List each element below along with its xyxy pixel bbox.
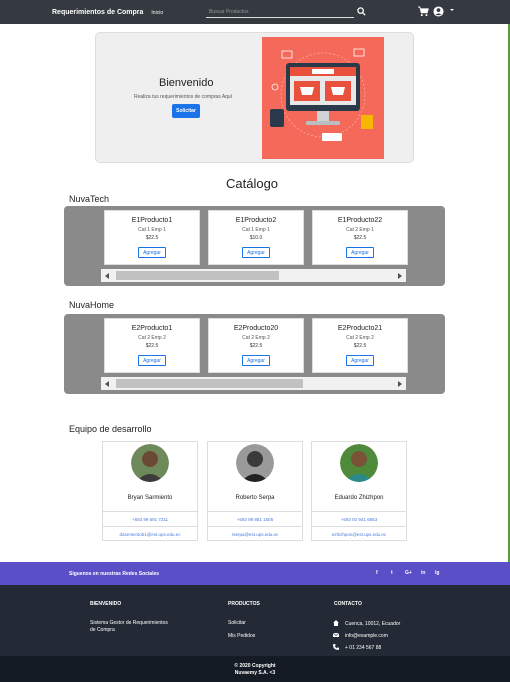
member-email[interactable]: dsarmientob1@est.ups.edu.ec: [103, 526, 197, 541]
product-card: E2Producto1 Cat 2 Emp 2 $22.5 Agregar: [104, 318, 200, 373]
search-placeholder: Buscar Productos: [209, 8, 249, 15]
brand[interactable]: Requerimientos de Compra: [52, 9, 143, 16]
avatar: [340, 444, 378, 482]
add-to-cart-button[interactable]: Agregar: [346, 355, 374, 366]
product-name: E2Producto21: [337, 325, 383, 332]
horizontal-scrollbar[interactable]: [101, 377, 406, 390]
product-carousel-nuvatech: E1Producto1 Cat 1 Emp 1 $22.5 Agregar E1…: [64, 206, 445, 286]
instagram-icon[interactable]: ig: [435, 570, 439, 576]
footer-col1-line2: de Compra: [90, 627, 115, 633]
shopping-illustration: [262, 37, 384, 159]
product-price: $10.0: [249, 235, 263, 241]
search-input[interactable]: Buscar Productos: [206, 6, 354, 18]
horizontal-scrollbar[interactable]: [101, 269, 406, 282]
team-title: Equipo de desarrollo: [69, 424, 152, 434]
member-phone: +593 99 881 1505: [208, 511, 302, 526]
facebook-icon[interactable]: f: [376, 570, 378, 576]
member-name: Eduardo Zhizhpon: [334, 495, 384, 501]
search-icon[interactable]: [357, 7, 366, 16]
social-bar: Siguenos en nuestras Redes Sociales f t …: [0, 562, 510, 585]
hero-title: Bienvenido: [159, 77, 214, 89]
member-email[interactable]: ezhizhpon@est.ups.edu.ec: [312, 526, 406, 541]
footer-link-solicitar[interactable]: Solicitar: [228, 620, 246, 626]
add-to-cart-button[interactable]: Agregar: [242, 355, 270, 366]
add-to-cart-button[interactable]: Agregar: [242, 247, 270, 258]
section-title-nuvatech: NuvaTech: [69, 194, 110, 204]
product-price: $22.5: [353, 235, 367, 241]
linkedin-icon[interactable]: in: [421, 570, 425, 576]
member-email[interactable]: rserpa@est.ups.edu.ec: [208, 526, 302, 541]
footer-phone: + 01 234 567 88: [345, 645, 382, 651]
add-to-cart-button[interactable]: Agregar: [138, 355, 166, 366]
catalog-title: Catálogo: [226, 176, 279, 191]
product-price: $22.5: [353, 343, 367, 349]
avatar: [236, 444, 274, 482]
footer: BIENVENIDO Sistema Gestor de Requerimien…: [0, 585, 510, 656]
add-to-cart-button[interactable]: Agregar: [138, 247, 166, 258]
member-phone: +593 99 691 7211: [103, 511, 197, 526]
product-name: E1Producto22: [337, 217, 383, 224]
avatar: [131, 444, 169, 482]
scrollbar-thumb[interactable]: [116, 379, 303, 388]
product-category: Cat 2 Emp 2: [242, 335, 270, 341]
nav-link-home[interactable]: Inicio: [151, 10, 163, 16]
section-title-nuvahome: NuvaHome: [69, 300, 115, 310]
welcome-jumbotron: Bienvenido Realiza tus requerimientos de…: [95, 32, 414, 163]
footer-address: Cuenca, 10012, Ecuador: [345, 621, 401, 627]
product-card: E2Producto20 Cat 2 Emp 2 $22.5 Agregar: [208, 318, 304, 373]
footer-col2-title: PRODUCTOS: [228, 601, 260, 607]
social-text: Siguenos en nuestras Redes Sociales: [69, 571, 160, 577]
product-carousel-nuvahome: E2Producto1 Cat 2 Emp 2 $22.5 Agregar E2…: [64, 314, 445, 394]
copyright-line2: Nuvaemy S.A. <3: [234, 670, 276, 676]
product-card: E1Producto22 Cat 2 Emp 1 $22.5 Agregar: [312, 210, 408, 265]
team-member-card: Bryan Sarmiento +593 99 691 7211 dsarmie…: [102, 441, 198, 541]
request-button[interactable]: Solicitar: [172, 104, 200, 118]
scrollbar-thumb[interactable]: [116, 271, 279, 280]
product-card: E2Producto21 Cat 2 Emp 2 $22.5 Agregar: [312, 318, 408, 373]
add-to-cart-button[interactable]: Agregar: [346, 247, 374, 258]
hero-subtitle: Realiza tus requerimientos de compras Aq…: [134, 94, 233, 100]
scroll-right-icon[interactable]: [398, 381, 402, 387]
member-name: Bryan Sarmiento: [127, 495, 173, 501]
footer-col1-title: BIENVENIDO: [90, 601, 122, 607]
envelope-icon: [333, 632, 339, 637]
team-member-card: Eduardo Zhizhpon +593 93 941 6853 ezhizh…: [311, 441, 407, 541]
user-dropdown-caret-icon[interactable]: [450, 9, 454, 11]
product-price: $22.5: [249, 343, 263, 349]
product-category: Cat 2 Emp 2: [138, 335, 166, 341]
product-name: E1Producto1: [131, 217, 173, 224]
footer-col3-title: CONTACTO: [334, 601, 362, 607]
product-card: E1Producto2 Cat 1 Emp 1 $10.0 Agregar: [208, 210, 304, 265]
google-plus-icon[interactable]: G+: [405, 570, 412, 576]
product-category: Cat 1 Emp 1: [138, 227, 166, 233]
copyright-line1: © 2020 Copyright: [234, 663, 276, 669]
product-card: E1Producto1 Cat 1 Emp 1 $22.5 Agregar: [104, 210, 200, 265]
team-member-card: Roberto Serpa +593 99 881 1505 rserpa@es…: [207, 441, 303, 541]
footer-email: info@example.com: [345, 633, 388, 639]
cart-icon[interactable]: [418, 6, 429, 17]
product-price: $22.5: [145, 235, 159, 241]
phone-icon: [333, 644, 339, 650]
member-name: Roberto Serpa: [235, 495, 275, 501]
product-category: Cat 1 Emp 1: [242, 227, 270, 233]
user-icon[interactable]: [433, 6, 444, 17]
product-price: $22.5: [145, 343, 159, 349]
footer-col1-line1: Sistema Gestor de Requerimientos: [90, 620, 168, 626]
product-category: Cat 2 Emp 2: [346, 335, 374, 341]
product-name: E1Producto2: [235, 217, 277, 224]
product-name: E2Producto20: [233, 325, 279, 332]
copyright-bar: © 2020 Copyright Nuvaemy S.A. <3: [0, 656, 510, 682]
scroll-right-icon[interactable]: [398, 273, 402, 279]
scroll-left-icon[interactable]: [105, 273, 109, 279]
product-name: E2Producto1: [131, 325, 173, 332]
scroll-left-icon[interactable]: [105, 381, 109, 387]
home-icon: [333, 620, 339, 626]
product-category: Cat 2 Emp 1: [346, 227, 374, 233]
member-phone: +593 93 941 6853: [312, 511, 406, 526]
footer-link-mis-pedidos[interactable]: Mis Pedidos: [228, 633, 255, 639]
twitter-icon[interactable]: t: [391, 570, 393, 576]
